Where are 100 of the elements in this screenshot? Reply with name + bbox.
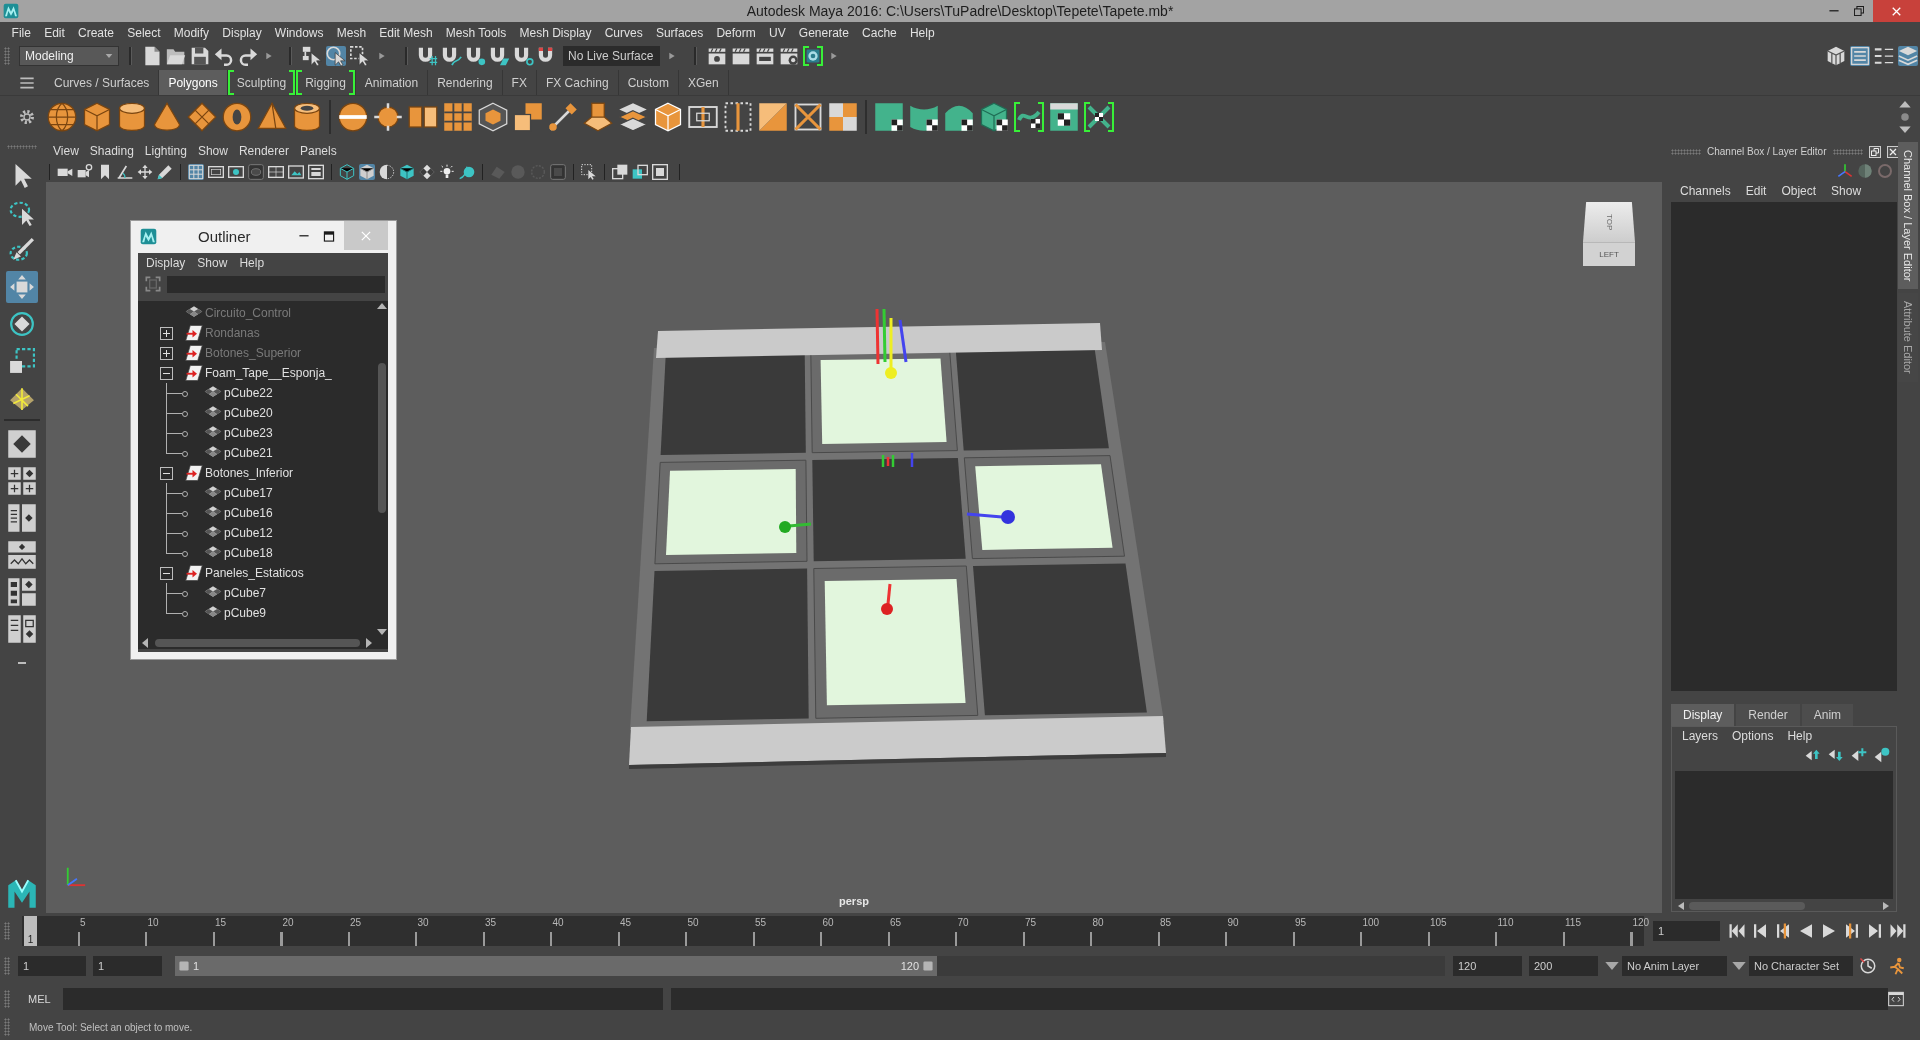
side-tab[interactable]: Channel Box / Layer Editor: [1898, 142, 1918, 290]
triangles-icon[interactable]: [758, 101, 788, 132]
stacked-pane-icon[interactable]: [7, 539, 37, 571]
horizontal-scrollbar[interactable]: [138, 637, 388, 649]
drag-handle-icon[interactable]: [4, 990, 10, 1008]
magnet-ring-icon[interactable]: [514, 46, 534, 66]
shelf-tab[interactable]: Rigging: [296, 70, 356, 95]
magnet-plane-icon[interactable]: [490, 46, 510, 66]
checker-window-icon[interactable]: [1049, 101, 1079, 132]
menu-item[interactable]: Display: [215, 26, 269, 40]
vertical-scrollbar[interactable]: [376, 301, 388, 637]
clapper-eye-icon[interactable]: [707, 46, 727, 66]
collapse-arrow-icon[interactable]: [830, 51, 838, 61]
folder-icon[interactable]: [166, 46, 186, 66]
four-pane-icon[interactable]: [7, 465, 37, 497]
menu-item[interactable]: Deform: [709, 26, 763, 40]
four-arrows-icon[interactable]: [137, 163, 153, 180]
layer-menu-item[interactable]: Options: [1732, 729, 1774, 743]
cone-icon[interactable]: [152, 101, 182, 132]
shelf-tab[interactable]: Custom: [618, 70, 679, 95]
checker-cube-icon[interactable]: [979, 101, 1009, 132]
collapse-arrow-icon[interactable]: [265, 51, 273, 61]
command-language-label[interactable]: MEL: [28, 993, 51, 1005]
layer-tab[interactable]: Render: [1736, 704, 1800, 726]
circle-cursor-icon[interactable]: [326, 46, 346, 66]
pyramid-icon[interactable]: [257, 101, 287, 132]
shelf-tab[interactable]: FX Caching: [536, 70, 619, 95]
menu-item[interactable]: Mesh: [330, 26, 373, 40]
outlined-cube-icon[interactable]: [478, 101, 508, 132]
running-figure-icon[interactable]: [1888, 957, 1906, 975]
outliner-item[interactable]: pCube20: [224, 406, 273, 420]
move-arrows-icon[interactable]: [6, 271, 38, 303]
drag-handle-icon[interactable]: [1832, 148, 1863, 155]
undo-icon[interactable]: [214, 46, 234, 66]
layers-icon[interactable]: [1898, 46, 1918, 66]
panel-menu-item[interactable]: View: [53, 144, 79, 158]
menu-item[interactable]: UV: [762, 26, 793, 40]
checker-diamond-icon[interactable]: [419, 163, 435, 180]
drag-handle-icon[interactable]: [4, 47, 10, 65]
magnet-curve-icon[interactable]: [442, 46, 462, 66]
expand-toggle[interactable]: [160, 326, 173, 340]
step-forward-key-icon[interactable]: [1866, 921, 1884, 940]
start-time-field[interactable]: 1: [18, 956, 86, 976]
shelf-tab[interactable]: FX: [502, 70, 537, 95]
drag-handle-icon[interactable]: [4, 921, 10, 940]
panel-menu-item[interactable]: Renderer: [238, 144, 289, 158]
search-field[interactable]: [167, 275, 385, 293]
menu-item[interactable]: Help: [903, 26, 942, 40]
sphere-tile-icon[interactable]: [803, 46, 823, 66]
outliner-item[interactable]: pCube9: [224, 606, 267, 620]
panel-menu-item[interactable]: Panels: [299, 144, 337, 158]
clock-icon[interactable]: [1859, 957, 1877, 975]
pencil-icon[interactable]: [157, 163, 173, 180]
drag-handle-icon[interactable]: [4, 1018, 10, 1036]
layer-tab[interactable]: Anim: [1801, 704, 1854, 726]
outliner-menu-item[interactable]: Show: [197, 256, 228, 270]
drag-handle-icon[interactable]: [1671, 148, 1701, 155]
range-slider[interactable]: 1 120: [175, 956, 1445, 976]
range-handle-icon[interactable]: [923, 961, 933, 971]
split-pane-icon[interactable]: [7, 613, 37, 645]
layer-tab[interactable]: Display: [1671, 704, 1735, 726]
menu-item[interactable]: Select: [120, 26, 168, 40]
overlap-squares-icon[interactable]: [632, 163, 648, 180]
menu-set-dropdown[interactable]: Modeling: [19, 46, 119, 66]
menu-item[interactable]: Mesh Tools: [439, 26, 513, 40]
live-surface-field[interactable]: No Live Surface: [563, 46, 660, 66]
light-bulb-icon[interactable]: [439, 163, 455, 180]
outliner-item[interactable]: pCube22: [224, 386, 273, 400]
outliner-item[interactable]: pCube17: [224, 486, 273, 500]
outliner-menu-item[interactable]: Display: [146, 256, 186, 270]
skip-start-icon[interactable]: [1728, 921, 1746, 940]
character-set-field[interactable]: No Character Set: [1749, 956, 1853, 976]
frame-lines-icon[interactable]: [308, 163, 324, 180]
expand-toggle[interactable]: [160, 346, 173, 360]
panel-menu-item[interactable]: Shading: [89, 144, 134, 158]
range-handle-icon[interactable]: [179, 961, 189, 971]
menu-item[interactable]: Cache: [855, 26, 904, 40]
shelf-tab[interactable]: Sculpting: [227, 70, 297, 95]
outliner-item[interactable]: pCube18: [224, 546, 273, 560]
striped-cube-icon[interactable]: [1826, 46, 1846, 66]
solid-cube-icon[interactable]: [359, 163, 375, 180]
layer-add-icon[interactable]: [1851, 747, 1867, 763]
anim-layer-field[interactable]: No Anim Layer: [1622, 956, 1727, 976]
grid-icon[interactable]: [443, 101, 473, 132]
menu-item[interactable]: Windows: [268, 26, 331, 40]
torus-icon[interactable]: [222, 101, 252, 132]
panel-menu-item[interactable]: Show: [197, 144, 228, 158]
extrude-icon[interactable]: [583, 101, 613, 132]
maximize-icon[interactable]: [323, 230, 335, 242]
three-pane-icon[interactable]: [7, 576, 37, 608]
hierarchy-cursor-icon[interactable]: [302, 46, 322, 66]
step-back-key-icon[interactable]: [1751, 921, 1769, 940]
command-input-field[interactable]: [62, 988, 663, 1010]
outliner-item[interactable]: pCube7: [224, 586, 267, 600]
drag-handle-icon[interactable]: [4, 957, 10, 975]
step-back-marker-icon[interactable]: [1774, 921, 1792, 940]
dark-tile-icon[interactable]: [248, 163, 264, 180]
layer-dot-icon[interactable]: [1874, 747, 1890, 763]
diamond-icon[interactable]: [187, 101, 217, 132]
outliner-item[interactable]: pCube16: [224, 506, 273, 520]
